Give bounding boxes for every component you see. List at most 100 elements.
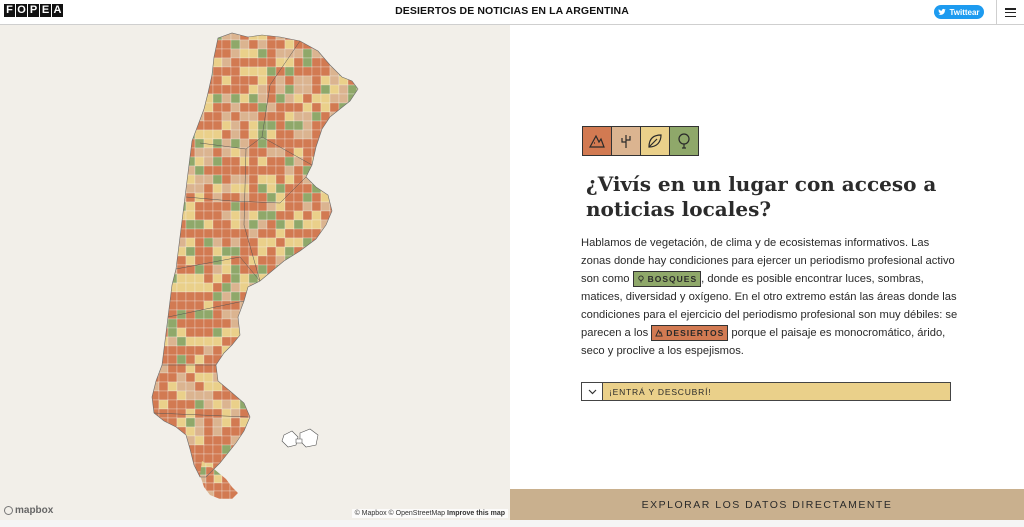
department-cell[interactable] — [320, 399, 331, 410]
department-cell[interactable] — [150, 138, 160, 149]
department-cell[interactable] — [221, 66, 232, 77]
department-cell[interactable] — [257, 300, 268, 311]
department-cell[interactable] — [150, 327, 160, 338]
department-cell[interactable] — [239, 363, 250, 374]
department-cell[interactable] — [293, 201, 304, 212]
department-cell[interactable] — [158, 57, 169, 68]
department-cell[interactable] — [176, 471, 187, 481]
department-cell[interactable] — [356, 327, 366, 338]
department-cell[interactable] — [266, 192, 277, 203]
department-cell[interactable] — [329, 93, 340, 104]
department-cell[interactable] — [158, 291, 169, 302]
department-cell[interactable] — [275, 84, 286, 95]
department-cell[interactable] — [320, 273, 331, 284]
department-cell[interactable] — [329, 399, 340, 410]
department-cell[interactable] — [302, 345, 313, 356]
department-cell[interactable] — [356, 255, 366, 266]
department-cell[interactable] — [185, 246, 196, 257]
department-cell[interactable] — [284, 453, 295, 464]
department-cell[interactable] — [311, 183, 322, 194]
department-cell[interactable] — [212, 282, 223, 293]
department-cell[interactable] — [167, 381, 178, 392]
department-cell[interactable] — [230, 363, 241, 374]
department-cell[interactable] — [221, 459, 231, 468]
department-cell[interactable] — [176, 66, 187, 77]
department-cell[interactable] — [158, 354, 169, 365]
department-cell[interactable] — [284, 390, 295, 401]
department-cell[interactable] — [266, 57, 277, 68]
department-cell[interactable] — [293, 336, 304, 347]
department-cell[interactable] — [194, 93, 205, 104]
department-cell[interactable] — [212, 156, 223, 167]
department-cell[interactable] — [347, 201, 358, 212]
department-cell[interactable] — [293, 363, 304, 374]
department-cell[interactable] — [266, 129, 277, 140]
department-cell[interactable] — [347, 264, 358, 275]
department-cell[interactable] — [239, 318, 250, 329]
department-cell[interactable] — [356, 111, 366, 122]
department-cell[interactable] — [176, 345, 187, 356]
department-cell[interactable] — [150, 39, 160, 50]
department-cell[interactable] — [212, 309, 223, 320]
department-cell[interactable] — [203, 381, 214, 392]
department-cell[interactable] — [158, 183, 169, 194]
department-cell[interactable] — [311, 102, 322, 113]
department-cell[interactable] — [275, 165, 286, 176]
department-cell[interactable] — [248, 219, 259, 230]
department-cell[interactable] — [320, 435, 331, 446]
department-cell[interactable] — [167, 111, 178, 122]
department-cell[interactable] — [338, 327, 349, 338]
department-cell[interactable] — [221, 147, 232, 158]
department-cell[interactable] — [212, 102, 223, 113]
department-cell[interactable] — [257, 363, 268, 374]
department-cell[interactable] — [221, 482, 231, 492]
department-cell[interactable] — [293, 345, 304, 356]
department-cell[interactable] — [176, 39, 187, 50]
department-cell[interactable] — [212, 129, 223, 140]
department-cell[interactable] — [275, 174, 286, 185]
department-cell[interactable] — [203, 129, 214, 140]
department-cell[interactable] — [284, 228, 295, 239]
department-cell[interactable] — [329, 84, 340, 95]
department-cell[interactable] — [167, 372, 178, 383]
department-cell[interactable] — [158, 444, 169, 455]
department-cell[interactable] — [347, 300, 358, 311]
department-cell[interactable] — [347, 147, 358, 158]
department-cell[interactable] — [194, 444, 205, 455]
department-cell[interactable] — [230, 192, 241, 203]
department-cell[interactable] — [203, 318, 214, 329]
department-cell[interactable] — [248, 363, 259, 374]
department-cell[interactable] — [347, 174, 358, 185]
department-cell[interactable] — [167, 327, 178, 338]
department-cell[interactable] — [338, 48, 349, 59]
department-cell[interactable] — [257, 120, 268, 131]
department-cell[interactable] — [266, 372, 277, 383]
department-cell[interactable] — [266, 201, 277, 212]
department-cell[interactable] — [302, 318, 313, 329]
department-cell[interactable] — [302, 147, 313, 158]
department-cell[interactable] — [158, 174, 169, 185]
department-cell[interactable] — [356, 390, 366, 401]
department-cell[interactable] — [347, 219, 358, 230]
department-cell[interactable] — [167, 444, 178, 455]
department-cell[interactable] — [320, 408, 331, 419]
department-cell[interactable] — [167, 48, 178, 59]
department-cell[interactable] — [176, 111, 187, 122]
department-cell[interactable] — [248, 426, 259, 437]
department-cell[interactable] — [158, 66, 169, 77]
department-cell[interactable] — [150, 273, 160, 284]
department-cell[interactable] — [347, 345, 358, 356]
department-cell[interactable] — [329, 66, 340, 77]
department-cell[interactable] — [356, 39, 366, 50]
department-cell[interactable] — [203, 201, 214, 212]
department-cell[interactable] — [275, 363, 286, 374]
department-cell[interactable] — [266, 84, 277, 95]
department-cell[interactable] — [248, 417, 259, 428]
department-cell[interactable] — [257, 318, 268, 329]
department-cell[interactable] — [221, 309, 232, 320]
department-cell[interactable] — [293, 309, 304, 320]
department-cell[interactable] — [203, 264, 214, 275]
department-cell[interactable] — [212, 426, 223, 437]
department-cell[interactable] — [194, 291, 205, 302]
department-cell[interactable] — [150, 417, 160, 428]
